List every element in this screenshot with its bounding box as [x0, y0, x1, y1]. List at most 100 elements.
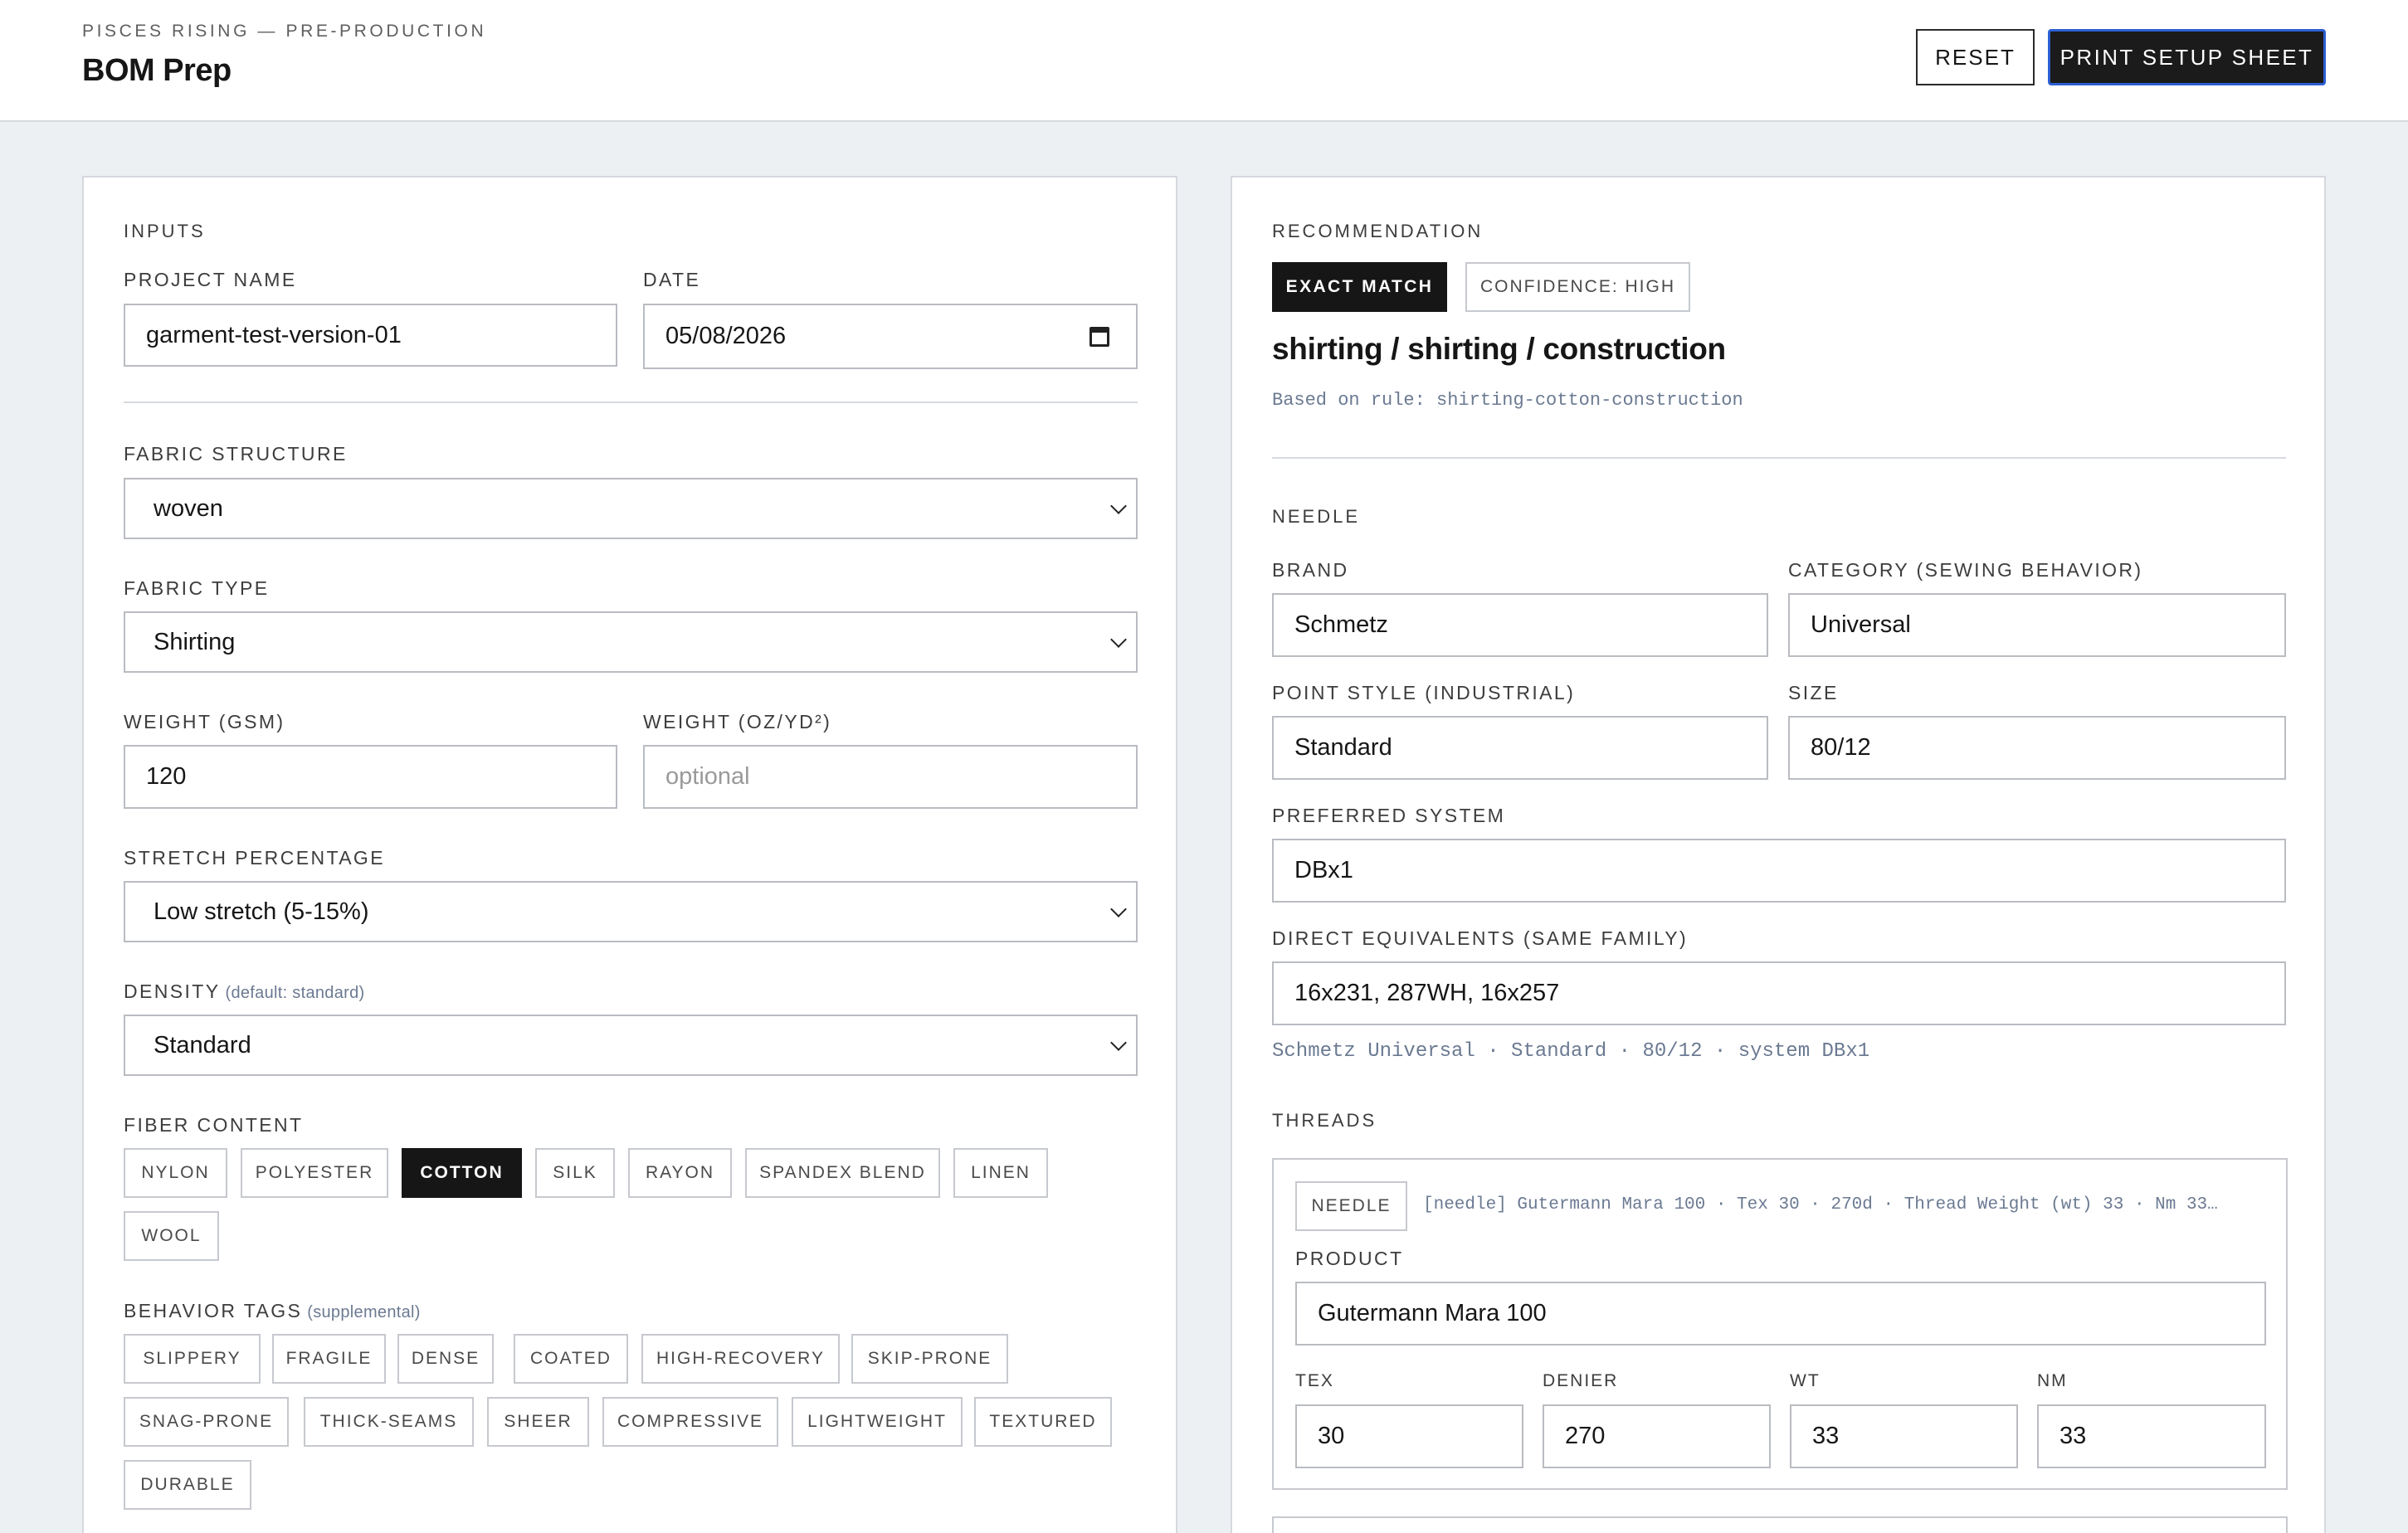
inputs-panel: INPUTS PROJECT NAME garment-test-version… — [82, 176, 1177, 1533]
chip-coated[interactable]: COATED — [514, 1334, 628, 1384]
chip-high-recovery[interactable]: HIGH-RECOVERY — [641, 1334, 840, 1384]
date-value: 05/08/2026 — [665, 323, 787, 349]
divider — [124, 402, 1138, 403]
chip-dense[interactable]: DENSE — [397, 1334, 494, 1384]
chevron-down-icon — [1110, 498, 1127, 514]
preferred-system-label: PREFERRED SYSTEM — [1272, 805, 1506, 826]
brand-label: BRAND — [1272, 559, 1349, 581]
nm-value: 33 — [2059, 1423, 2087, 1449]
tex-field[interactable]: 30 — [1295, 1404, 1523, 1468]
chip-silk[interactable]: SILK — [535, 1148, 615, 1198]
preferred-system-field[interactable]: DBx1 — [1272, 839, 2286, 903]
weight-gsm-label: WEIGHT (GSM) — [124, 711, 285, 732]
date-input[interactable]: 05/08/2026 — [643, 304, 1138, 369]
chevron-down-icon — [1110, 1034, 1127, 1051]
preferred-system-value: DBx1 — [1294, 857, 1353, 883]
threads-section-label: THREADS — [1272, 1110, 1377, 1131]
app-header: PISCES RISING — PRE-PRODUCTION BOM Prep … — [0, 0, 2408, 122]
density-hint: (default: standard) — [225, 984, 365, 1002]
weight-oz-placeholder: optional — [665, 763, 750, 790]
chip-rayon[interactable]: RAYON — [628, 1148, 732, 1198]
weight-gsm-input[interactable]: 120 — [124, 745, 617, 809]
chip-fragile[interactable]: FRAGILE — [272, 1334, 386, 1384]
product-field[interactable]: Gutermann Mara 100 — [1295, 1282, 2266, 1346]
fabric-structure-value: woven — [154, 494, 223, 522]
needle-summary: Schmetz Universal · Standard · 80/12 · s… — [1272, 1040, 1870, 1063]
chip-sheer[interactable]: SHEER — [487, 1397, 589, 1447]
size-label: SIZE — [1788, 682, 1839, 703]
fabric-type-select[interactable]: Shirting — [124, 611, 1138, 673]
chevron-down-icon — [1110, 631, 1127, 648]
point-style-value: Standard — [1294, 734, 1392, 761]
stretch-value: Low stretch (5-15%) — [154, 898, 369, 925]
tex-value: 30 — [1318, 1423, 1345, 1449]
chip-linen[interactable]: LINEN — [953, 1148, 1048, 1198]
chip-slippery[interactable]: SLIPPERY — [124, 1334, 261, 1384]
chip-compressive[interactable]: COMPRESSIVE — [602, 1397, 778, 1447]
project-name-input[interactable]: garment-test-version-01 — [124, 304, 617, 367]
wt-field[interactable]: 33 — [1790, 1404, 2018, 1468]
chip-wool[interactable]: WOOL — [124, 1211, 219, 1261]
fiber-content-label: FIBER CONTENT — [124, 1114, 304, 1136]
project-name-label: PROJECT NAME — [124, 269, 297, 290]
chip-thick-seams[interactable]: THICK-SEAMS — [304, 1397, 474, 1447]
stretch-select[interactable]: Low stretch (5-15%) — [124, 881, 1138, 942]
brand-field[interactable]: Schmetz — [1272, 593, 1768, 657]
product-label: PRODUCT — [1295, 1248, 1404, 1269]
fabric-structure-select[interactable]: woven — [124, 478, 1138, 539]
denier-label: DENIER — [1543, 1371, 1619, 1390]
density-select[interactable]: Standard — [124, 1015, 1138, 1076]
equivalents-label: DIRECT EQUIVALENTS (SAME FAMILY) — [1272, 927, 1689, 949]
calendar-icon[interactable] — [1089, 327, 1109, 347]
chip-snag-prone[interactable]: SNAG-PRONE — [124, 1397, 289, 1447]
behavior-tags-hint: (supplemental) — [307, 1303, 421, 1321]
fabric-type-label: FABRIC TYPE — [124, 577, 270, 599]
thread-card: NEEDLE [needle] Gutermann Mara 100 · Tex… — [1272, 1158, 2288, 1490]
density-label: DENSITY (default: standard) — [124, 981, 365, 1003]
chip-durable[interactable]: DURABLE — [124, 1460, 251, 1510]
weight-oz-input[interactable]: optional — [643, 745, 1138, 809]
reset-button[interactable]: RESET — [1916, 29, 2035, 85]
chip-cotton[interactable]: COTTON — [402, 1148, 522, 1198]
date-label: DATE — [643, 269, 701, 290]
category-value: Universal — [1811, 611, 1911, 638]
size-field[interactable]: 80/12 — [1788, 716, 2286, 780]
chip-spandex-blend[interactable]: SPANDEX BLEND — [745, 1148, 940, 1198]
rule-note: Based on rule: shirting-cotton-construct… — [1272, 390, 1743, 411]
project-name-value: garment-test-version-01 — [146, 321, 402, 348]
confidence-badge: CONFIDENCE: HIGH — [1465, 262, 1690, 312]
denier-field[interactable]: 270 — [1543, 1404, 1771, 1468]
chip-nylon[interactable]: NYLON — [124, 1148, 227, 1198]
equivalents-field[interactable]: 16x231, 287WH, 16x257 — [1272, 961, 2286, 1025]
chip-polyester[interactable]: POLYESTER — [241, 1148, 388, 1198]
tab-needle[interactable]: NEEDLE — [1295, 1181, 1407, 1231]
chip-lightweight[interactable]: LIGHTWEIGHT — [792, 1397, 963, 1447]
print-setup-sheet-button[interactable]: PRINT SETUP SHEET — [2048, 29, 2326, 85]
inputs-section-label: INPUTS — [124, 221, 206, 241]
point-style-label: POINT STYLE (INDUSTRIAL) — [1272, 682, 1576, 703]
chip-skip-prone[interactable]: SKIP-PRONE — [851, 1334, 1008, 1384]
recommendation-panel: RECOMMENDATION EXACT MATCH CONFIDENCE: H… — [1231, 176, 2326, 1533]
nm-field[interactable]: 33 — [2037, 1404, 2266, 1468]
point-style-field[interactable]: Standard — [1272, 716, 1768, 780]
wt-label: WT — [1790, 1371, 1821, 1390]
product-value: Gutermann Mara 100 — [1318, 1300, 1547, 1326]
equivalents-value: 16x231, 287WH, 16x257 — [1294, 980, 1560, 1006]
chevron-down-icon — [1110, 901, 1127, 917]
fabric-structure-label: FABRIC STRUCTURE — [124, 443, 348, 465]
category-label: CATEGORY (SEWING BEHAVIOR) — [1788, 559, 2143, 581]
chip-textured[interactable]: TEXTURED — [974, 1397, 1112, 1447]
stretch-label: STRETCH PERCENTAGE — [124, 847, 385, 869]
weight-oz-label: WEIGHT (OZ/YD²) — [643, 711, 832, 732]
behavior-tags-label-text: BEHAVIOR TAGS — [124, 1300, 303, 1321]
behavior-tags-label: BEHAVIOR TAGS (supplemental) — [124, 1300, 421, 1322]
exact-match-badge: EXACT MATCH — [1272, 262, 1447, 312]
density-label-text: DENSITY — [124, 981, 221, 1002]
tex-label: TEX — [1295, 1371, 1334, 1390]
page-title: BOM Prep — [82, 53, 232, 88]
weight-gsm-value: 120 — [146, 763, 187, 790]
category-field[interactable]: Universal — [1788, 593, 2286, 657]
brand-value: Schmetz — [1294, 611, 1388, 638]
divider — [1272, 457, 2286, 459]
denier-value: 270 — [1565, 1423, 1606, 1449]
